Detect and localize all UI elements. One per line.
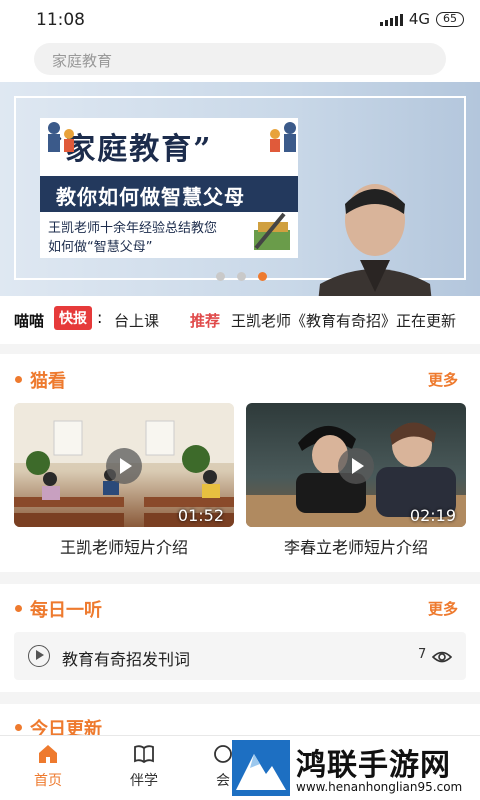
play-circle-icon[interactable]	[28, 645, 50, 667]
news-ticker[interactable]: 喵喵 快报 : 台上课 推荐 王凯老师《教育有奇招》正在更新	[0, 296, 480, 344]
ticker-item[interactable]: 台上课	[114, 310, 159, 331]
nav-label: 会	[216, 773, 230, 789]
battery-badge: 65	[436, 11, 464, 27]
banner-desc-line1: 王凯老师十余年经验总结教您	[48, 221, 218, 236]
audio-list-item[interactable]: 教育有奇招发刊词 7	[14, 632, 466, 680]
play-icon[interactable]	[106, 448, 142, 484]
carousel-dots	[216, 272, 267, 281]
section-title: 每日一听	[30, 600, 102, 621]
play-icon[interactable]	[338, 448, 374, 484]
watermark-text: 鸿联手游网	[296, 748, 451, 783]
home-icon	[39, 745, 57, 763]
banner-desc-line2: 如何做“智慧父母”	[48, 240, 153, 255]
video-duration: 02:19	[409, 506, 456, 525]
signal-icon	[379, 12, 403, 26]
video-title[interactable]: 李春立老师短片介绍	[246, 534, 466, 558]
video-thumbnail[interactable]: 02:19	[246, 403, 466, 527]
audio-title: 教育有奇招发刊词	[62, 650, 191, 669]
watermark-logo-icon	[232, 740, 290, 796]
nav-item-study[interactable]: 伴学	[114, 742, 174, 790]
view-count: 7	[418, 647, 427, 662]
eye-icon	[432, 651, 452, 663]
ticker-item[interactable]: 王凯老师《教育有奇招》正在更新	[231, 310, 456, 331]
video-thumbnail[interactable]: 01:52	[14, 403, 234, 527]
status-time: 11:08	[36, 10, 85, 30]
section-dot	[15, 605, 22, 612]
ticker-brand: 喵喵	[14, 312, 45, 330]
carousel-dot[interactable]	[216, 272, 225, 281]
search-input[interactable]: 家庭教育	[34, 43, 446, 75]
watermark-url: www.henanhonglian95.com	[296, 780, 463, 794]
ticker-badge: 快报	[54, 306, 92, 330]
presenter-photo	[318, 184, 432, 296]
carousel-dot[interactable]	[237, 272, 246, 281]
network-label: 4G	[408, 10, 430, 28]
ticker-colon: :	[97, 308, 103, 327]
carousel-dot-active[interactable]	[258, 272, 267, 281]
more-link[interactable]: 更多	[428, 369, 458, 390]
section-dot	[15, 376, 22, 383]
more-link[interactable]: 更多	[428, 598, 458, 619]
status-bar: 11:08 4G 65	[0, 0, 480, 40]
section-dot	[15, 724, 22, 731]
section-watch: 猫看 更多 01:52 王凯老师短片介绍 02:19 李春立老师短片介绍	[0, 354, 480, 572]
section-title: 猫看	[30, 371, 66, 392]
pencil-books-icon	[254, 212, 290, 250]
video-title[interactable]: 王凯老师短片介绍	[14, 534, 234, 558]
banner-subtitle: 教你如何做智慧父母	[56, 185, 245, 209]
nav-item-home[interactable]: 首页	[18, 742, 78, 790]
status-icons: 4G 65	[379, 10, 464, 28]
book-icon	[134, 745, 154, 764]
watermark: 鸿联手游网 www.henanhonglian95.com	[232, 740, 480, 800]
search-placeholder: 家庭教育	[52, 52, 113, 70]
banner-subtitle-bar: 教你如何做智慧父母	[40, 176, 298, 212]
nav-label: 伴学	[130, 773, 158, 789]
video-duration: 01:52	[177, 506, 224, 525]
nav-label: 首页	[34, 773, 62, 789]
family-illustration-left-icon	[48, 122, 74, 152]
search-bar: 家庭教育	[0, 40, 480, 82]
family-illustration-right-icon	[270, 122, 296, 152]
banner-carousel[interactable]: “家庭教育” 教你如何做智慧父母 王凯老师十余年经验总结教您 如何做“智慧父母”	[0, 82, 480, 296]
ticker-tag: 推荐	[190, 312, 221, 330]
